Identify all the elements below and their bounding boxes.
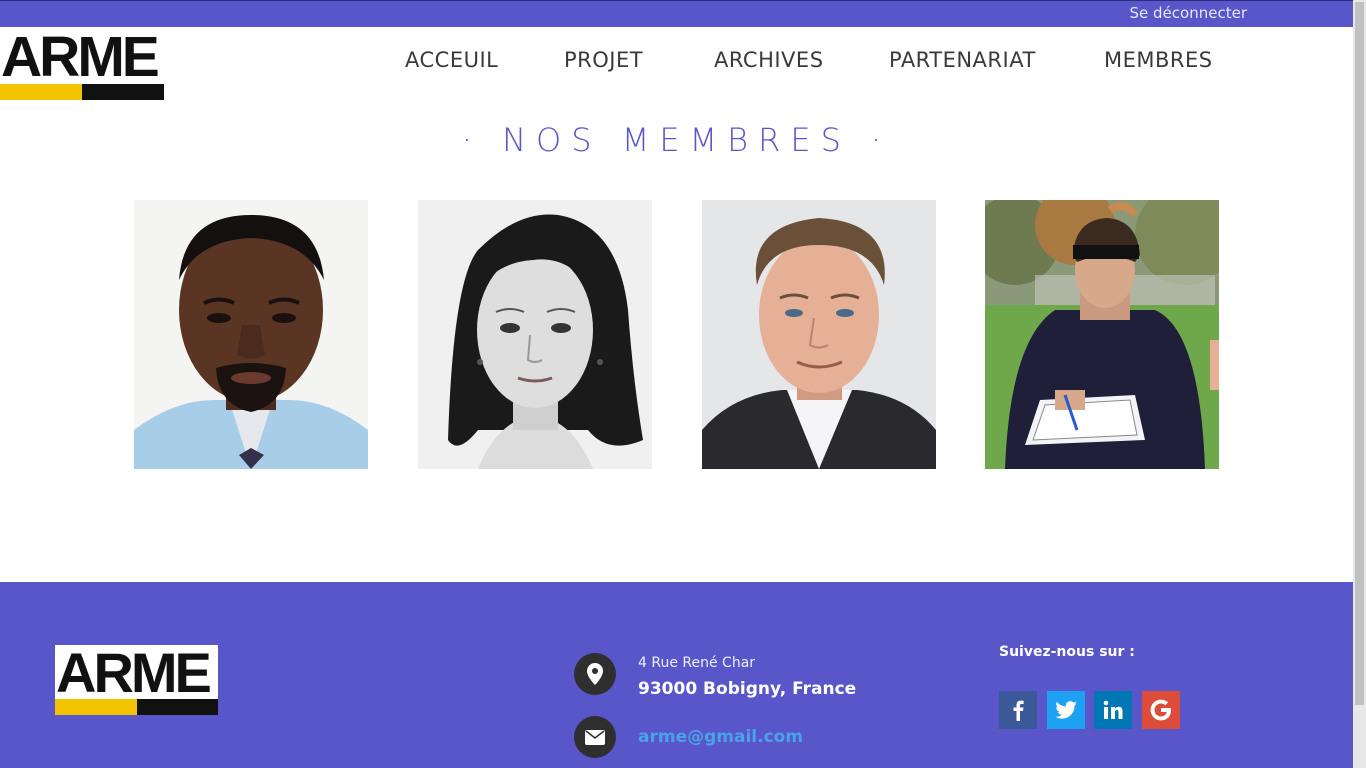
logo-yellow-stripe [55, 699, 137, 715]
member-photo-3[interactable] [702, 200, 936, 469]
top-bar: Se déconnecter [0, 0, 1353, 27]
logout-link[interactable]: Se déconnecter [1130, 4, 1247, 22]
footer-logo[interactable]: ARME [55, 645, 218, 715]
member-photo-man-blue-shirt-icon [134, 200, 368, 469]
email-link[interactable]: arme@gmail.com [638, 727, 803, 747]
nav-item-acceuil[interactable]: ACCEUIL [405, 48, 498, 72]
logo-black-stripe [137, 699, 218, 715]
header-logo[interactable]: ARME [0, 29, 164, 100]
scrollbar-thumb[interactable] [1355, 2, 1364, 705]
main-nav: ACCEUIL PROJET ARCHIVES PARTENARIAT MEMB… [375, 48, 1255, 78]
member-photo-1[interactable] [134, 200, 368, 469]
member-photo-woman-black-white-icon [418, 200, 652, 469]
logo-yellow-stripe [0, 84, 82, 100]
follow-label: Suivez-nous sur : [999, 644, 1135, 660]
address-line-2: 93000 Bobigny, France [638, 679, 857, 699]
address-line-1: 4 Rue René Char [638, 655, 756, 671]
envelope-icon [574, 716, 616, 758]
nav-item-partenariat[interactable]: PARTENARIAT [889, 48, 1036, 72]
member-photo-man-suit-icon [702, 200, 936, 469]
logo-text: ARME [1, 29, 160, 89]
logo-black-stripe [82, 84, 164, 100]
section-title: · NOS MEMBRES · [461, 121, 892, 159]
nav-item-membres[interactable]: MEMBRES [1104, 48, 1213, 72]
facebook-icon[interactable] [999, 691, 1037, 729]
member-photo-2[interactable] [418, 200, 652, 469]
member-photo-4[interactable] [985, 200, 1219, 469]
google-icon[interactable] [1142, 691, 1180, 729]
twitter-icon[interactable] [1047, 691, 1085, 729]
logo-text: ARME [56, 645, 212, 704]
location-icon [574, 653, 616, 695]
nav-item-projet[interactable]: PROJET [564, 48, 643, 72]
page-scrollbar[interactable] [1353, 0, 1366, 768]
nav-item-archives[interactable]: ARCHIVES [714, 48, 824, 72]
page: Se déconnecter ARME ACCEUIL PROJET ARCHI… [0, 0, 1353, 768]
member-photo-woman-outdoors-clipboard-icon [985, 200, 1219, 469]
linkedin-icon[interactable] [1094, 691, 1132, 729]
